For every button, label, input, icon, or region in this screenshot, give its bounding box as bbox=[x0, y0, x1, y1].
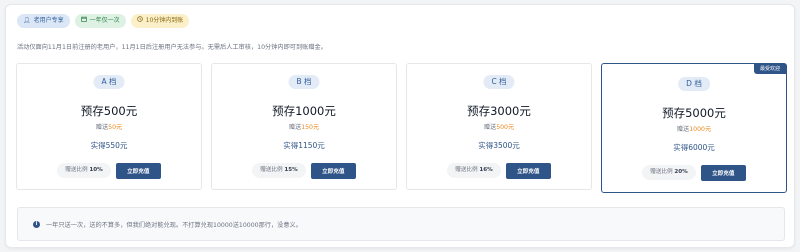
tag-once-a-year: 一年仅一次 bbox=[74, 14, 126, 28]
bonus-amount: 150元 bbox=[301, 124, 320, 131]
tag-old-user: 👤︎ 老用户专享 bbox=[17, 14, 70, 28]
tier-bonus: 赠送500元 bbox=[407, 122, 591, 131]
tier-deposit: 预存3000元 bbox=[467, 104, 531, 118]
tier-footer: 赠送比例 15% 立即充值 bbox=[212, 162, 396, 179]
tier-footer: 赠送比例 16% 立即充值 bbox=[407, 162, 591, 179]
bonus-ratio: 赠送比例 16% bbox=[447, 163, 501, 178]
tier-bonus: 赠送50元 bbox=[17, 122, 201, 131]
ratio-label: 赠送比例 bbox=[260, 167, 283, 173]
promo-card: 👤︎ 老用户专享 一年仅一次 10分钟内到账 活动仅面向11月1日前注册的老用户… bbox=[5, 4, 795, 248]
tier-card-c: C 档 预存3000元 赠送500元 实得3500元 赠送比例 16% 立即充值 bbox=[406, 63, 592, 190]
ratio-value: 20% bbox=[674, 169, 688, 175]
calendar-icon bbox=[80, 14, 87, 28]
tag-label: 一年仅一次 bbox=[89, 17, 120, 24]
ratio-label: 赠送比例 bbox=[650, 169, 673, 175]
bonus-label: 赠送 bbox=[288, 124, 302, 131]
tier-total: 实得6000元 bbox=[673, 143, 715, 152]
tier-card-a: A 档 预存500元 赠送50元 实得550元 赠送比例 10% 立即充值 bbox=[16, 63, 202, 190]
ratio-value: 16% bbox=[479, 167, 493, 173]
bonus-amount: 50元 bbox=[108, 124, 123, 131]
tag-fast-arrival: 10分钟内到账 bbox=[130, 14, 190, 28]
tier-grade-badge: D 档 bbox=[678, 77, 710, 91]
tier-grade-badge: A 档 bbox=[93, 75, 125, 89]
bonus-amount: 500元 bbox=[496, 124, 515, 131]
bonus-label: 赠送 bbox=[95, 124, 109, 131]
tier-card-d: 最受欢迎 D 档 预存5000元 赠送1000元 实得6000元 赠送比例 20… bbox=[601, 63, 787, 193]
tier-deposit: 预存1000元 bbox=[272, 104, 336, 118]
popular-ribbon: 最受欢迎 bbox=[753, 64, 786, 74]
bonus-ratio: 赠送比例 10% bbox=[57, 163, 111, 178]
tier-footer: 赠送比例 20% 立即充值 bbox=[602, 164, 786, 181]
tier-total: 实得1150元 bbox=[283, 141, 325, 150]
info-icon: i bbox=[33, 220, 40, 228]
tier-total: 实得550元 bbox=[90, 141, 128, 150]
tier-grade-badge: C 档 bbox=[483, 75, 515, 89]
info-banner: i 一年只送一次，送的不算多，但我们绝对能兑现。不打算兑现10000送10000… bbox=[17, 207, 785, 241]
user-icon: 👤︎ bbox=[23, 17, 31, 24]
tier-grid: A 档 预存500元 赠送50元 实得550元 赠送比例 10% 立即充值 B … bbox=[16, 63, 787, 193]
tag-row: 👤︎ 老用户专享 一年仅一次 10分钟内到账 bbox=[17, 14, 190, 28]
tag-label: 老用户专享 bbox=[33, 17, 64, 24]
topup-button-c[interactable]: 立即充值 bbox=[505, 162, 551, 179]
topup-button-a[interactable]: 立即充值 bbox=[115, 162, 161, 179]
tag-label: 10分钟内到账 bbox=[145, 17, 184, 24]
ratio-value: 15% bbox=[284, 167, 298, 173]
topup-button-d[interactable]: 立即充值 bbox=[700, 164, 746, 181]
bonus-amount: 1000元 bbox=[689, 126, 712, 133]
topup-button-b[interactable]: 立即充值 bbox=[310, 162, 356, 179]
tier-deposit: 预存5000元 bbox=[662, 106, 726, 120]
ratio-value: 10% bbox=[89, 167, 103, 173]
tier-bonus: 赠送1000元 bbox=[602, 124, 786, 133]
bonus-label: 赠送 bbox=[483, 124, 497, 131]
ratio-label: 赠送比例 bbox=[455, 167, 478, 173]
eligibility-notice: 活动仅面向11月1日前注册的老用户，11月1日后注册用户无法参与。无需后人工审核… bbox=[17, 44, 327, 51]
info-text: 一年只送一次，送的不算多，但我们绝对能兑现。不打算兑现10000送10000那行… bbox=[46, 221, 302, 229]
bonus-ratio: 赠送比例 20% bbox=[642, 165, 696, 180]
tier-total: 实得3500元 bbox=[478, 141, 520, 150]
tier-grade-badge: B 档 bbox=[288, 75, 320, 89]
bonus-label: 赠送 bbox=[676, 126, 690, 133]
tier-deposit: 预存500元 bbox=[80, 104, 138, 118]
ratio-label: 赠送比例 bbox=[65, 167, 88, 173]
bonus-ratio: 赠送比例 15% bbox=[252, 163, 306, 178]
clock-icon bbox=[136, 14, 143, 28]
tier-bonus: 赠送150元 bbox=[212, 122, 396, 131]
tier-card-b: B 档 预存1000元 赠送150元 实得1150元 赠送比例 15% 立即充值 bbox=[211, 63, 397, 190]
tier-footer: 赠送比例 10% 立即充值 bbox=[17, 162, 201, 179]
